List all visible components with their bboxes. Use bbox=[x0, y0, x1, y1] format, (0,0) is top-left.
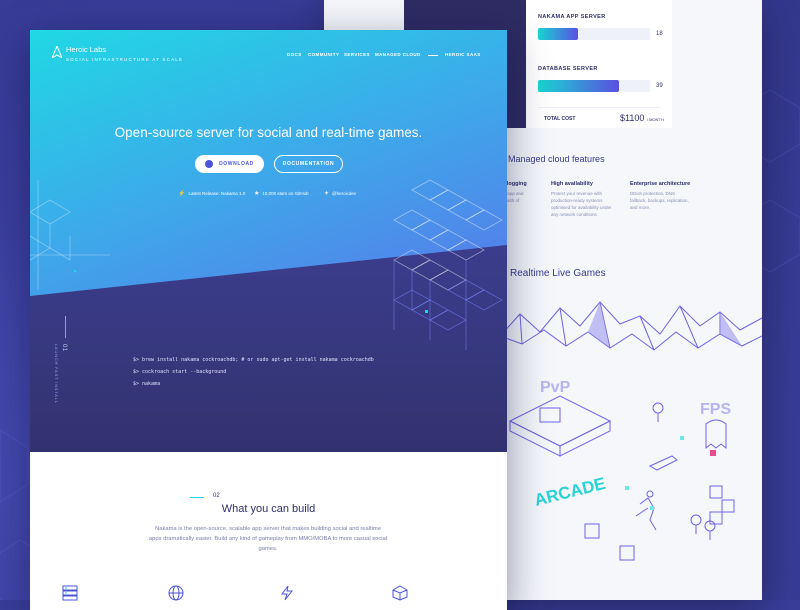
divider bbox=[538, 107, 660, 108]
terminal-line-2: $> cockroach start --background bbox=[133, 369, 227, 375]
nav-divider bbox=[428, 55, 438, 56]
app-server-slider-fill bbox=[538, 28, 579, 40]
feature-enterprise-desc: DDoS protection, DNS fallback, backups, … bbox=[630, 191, 689, 210]
art-label-pvp: PvP bbox=[540, 379, 571, 396]
landing-page: Heroic Labs SOCIAL INFRASTRUCTURE AT SCA… bbox=[30, 30, 507, 610]
github-icon bbox=[205, 160, 214, 168]
brand-name: Heroic Labs bbox=[66, 45, 107, 54]
latest-release-text: Latest Release: Nakama 1.0 bbox=[188, 191, 246, 196]
art-label-fps: FPS bbox=[700, 401, 731, 418]
nav-services[interactable]: SERVICES bbox=[344, 52, 370, 57]
download-label: DOWNLOAD bbox=[219, 161, 254, 167]
feature-ha-title: High availability bbox=[551, 181, 593, 187]
db-server-slider[interactable] bbox=[538, 80, 650, 92]
db-server-value: 39 bbox=[656, 83, 663, 89]
pricing-card: NAKAMA APP SERVER 18 DATABASE SERVER 39 … bbox=[526, 0, 672, 128]
db-server-slider-fill bbox=[538, 80, 619, 92]
db-server-label: DATABASE SERVER bbox=[538, 66, 598, 72]
twitter-link[interactable]: ✦ @heroicdev bbox=[324, 190, 356, 197]
managed-features-title: Managed cloud features bbox=[508, 154, 605, 164]
realtime-games-illustration: PvP FPS ARCADE bbox=[500, 301, 762, 561]
art-label-arcade: ARCADE bbox=[532, 474, 607, 510]
feature-ha-desc: Protect your revenue with production-rea… bbox=[551, 191, 612, 217]
cube-icon bbox=[392, 585, 408, 601]
terminal-line-3: $> nakama bbox=[133, 381, 161, 387]
latest-release-link[interactable]: ⚡ Latest Release: Nakama 1.0 bbox=[178, 190, 245, 197]
brand-tagline: SOCIAL INFRASTRUCTURE AT SCALE bbox=[66, 57, 184, 62]
lightning-icon: ⚡ bbox=[178, 191, 186, 197]
section-02-title: What you can build bbox=[221, 503, 316, 515]
twitter-handle: @heroicdev bbox=[332, 191, 357, 196]
nav-docs[interactable]: DOCS bbox=[287, 52, 302, 57]
section-02-body: Nakama is the open-source, scalable app … bbox=[148, 526, 388, 552]
hero-dark-band bbox=[30, 179, 507, 452]
download-button[interactable]: DOWNLOAD bbox=[195, 155, 264, 173]
lightning-icon bbox=[281, 585, 294, 601]
star-icon: ★ bbox=[254, 191, 260, 197]
nav-community[interactable]: COMMUNITY bbox=[308, 52, 339, 57]
github-stars-text: 10,000 stars on GitHub bbox=[262, 191, 309, 196]
section-indicator-bar bbox=[65, 316, 66, 338]
total-cost-label: TOTAL COST bbox=[544, 116, 576, 122]
section-01-subtitle: LAUNCH FAST INSTALL bbox=[54, 344, 59, 404]
twitter-icon: ✦ bbox=[324, 191, 330, 197]
documentation-label: DOCUMENTATION bbox=[282, 161, 335, 167]
globe-icon bbox=[168, 585, 184, 601]
section-02-number: 02 bbox=[213, 493, 220, 499]
feature-enterprise-title: Enterprise architecture bbox=[630, 181, 691, 187]
nav-managed-cloud[interactable]: MANAGED CLOUD bbox=[375, 52, 421, 57]
realtime-games-title: Realtime Live Games bbox=[510, 268, 606, 279]
documentation-button[interactable]: DOCUMENTATION bbox=[274, 155, 343, 173]
app-server-slider[interactable] bbox=[538, 28, 650, 40]
total-cost-unit: / MONTH bbox=[646, 117, 664, 122]
server-icon bbox=[62, 585, 78, 601]
app-server-label: NAKAMA APP SERVER bbox=[538, 14, 606, 20]
terminal-line-1: $> brew install nakama cockroachdb; # or… bbox=[133, 357, 374, 363]
total-cost-amount: $1100 bbox=[620, 113, 645, 123]
heroic-logo-icon bbox=[52, 46, 62, 58]
section-02-accent bbox=[190, 497, 204, 498]
total-cost-value: $1100 / MONTH bbox=[620, 113, 664, 123]
hero-headline: Open-source server for social and real-t… bbox=[114, 125, 423, 140]
nav-heroic-saas[interactable]: HEROIC SAAS bbox=[445, 52, 481, 57]
app-server-value: 18 bbox=[656, 31, 663, 37]
github-stars-link[interactable]: ★ 10,000 stars on GitHub bbox=[254, 190, 309, 197]
section-01-number: 01 bbox=[61, 344, 67, 352]
